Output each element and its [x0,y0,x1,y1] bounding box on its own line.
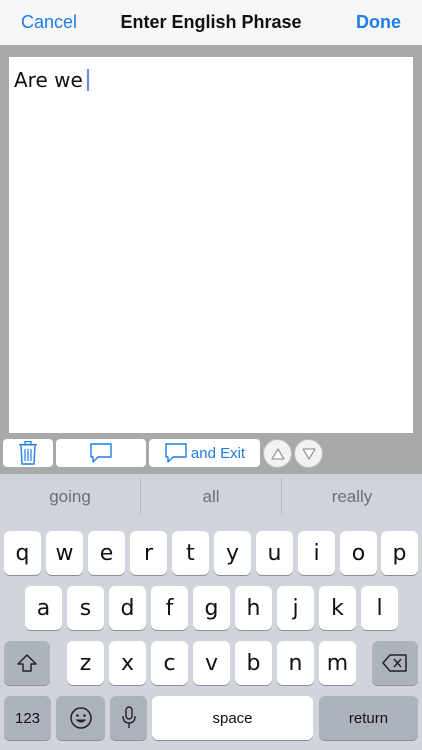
key-n[interactable]: n [277,641,314,685]
key-g[interactable]: g [193,586,230,630]
key-v[interactable]: v [193,641,230,685]
key-t[interactable]: t [172,531,209,575]
speech-bubble-icon [90,443,112,463]
key-f[interactable]: f [151,586,188,630]
suggestion-item[interactable]: all [141,474,281,519]
shift-arrow-icon [17,654,37,672]
key-u[interactable]: u [256,531,293,575]
key-y[interactable]: y [214,531,251,575]
key-x[interactable]: x [109,641,146,685]
key-m[interactable]: m [319,641,356,685]
arrow-up-icon [270,447,285,460]
key-k[interactable]: k [319,586,356,630]
key-j[interactable]: j [277,586,314,630]
key-q[interactable]: q [4,531,41,575]
key-r[interactable]: r [130,531,167,575]
navigation-bar: Cancel Enter English Phrase Done [0,0,422,45]
suggestion-bar: going all really [0,474,422,519]
key-i[interactable]: i [298,531,335,575]
backspace-icon [382,654,407,672]
delete-key[interactable] [372,641,418,685]
phrase-text-area[interactable]: Are we [9,57,413,433]
key-b[interactable]: b [235,641,272,685]
key-d[interactable]: d [109,586,146,630]
key-h[interactable]: h [235,586,272,630]
key-a[interactable]: a [25,586,62,630]
emoji-icon [69,707,92,729]
arrow-down-icon [301,447,316,460]
shift-key[interactable] [4,641,50,685]
return-key[interactable]: return [319,696,418,740]
text-cursor [86,69,89,91]
done-button[interactable]: Done [356,12,401,33]
speak-and-exit-label: and Exit [190,444,246,462]
editor-container: Are we [0,45,422,433]
key-w[interactable]: w [46,531,83,575]
phrase-text-line: Are we [14,68,89,92]
dictation-key[interactable] [110,696,147,740]
delete-button[interactable] [3,439,53,467]
key-s[interactable]: s [67,586,104,630]
emoji-key[interactable] [56,696,105,740]
keyboard: q w e r t y u i o p a s d f g h j k l z … [0,519,422,750]
speech-bubble-icon [165,443,187,463]
trash-icon [19,441,37,465]
speak-and-exit-button[interactable]: and Exit [149,439,260,467]
key-p[interactable]: p [381,531,418,575]
key-o[interactable]: o [340,531,377,575]
phrase-text: Are we [14,68,83,92]
suggestion-item[interactable]: really [282,474,422,519]
move-down-button[interactable] [294,439,323,468]
speak-button[interactable] [56,439,146,467]
move-up-button[interactable] [263,439,292,468]
suggestion-item[interactable]: going [0,474,140,519]
key-l[interactable]: l [361,586,398,630]
microphone-icon [121,706,136,728]
key-c[interactable]: c [151,641,188,685]
space-key[interactable]: space [152,696,313,740]
key-z[interactable]: z [67,641,104,685]
key-e[interactable]: e [88,531,125,575]
phrase-toolbar: and Exit [0,433,422,474]
numbers-key[interactable]: 123 [4,696,51,740]
